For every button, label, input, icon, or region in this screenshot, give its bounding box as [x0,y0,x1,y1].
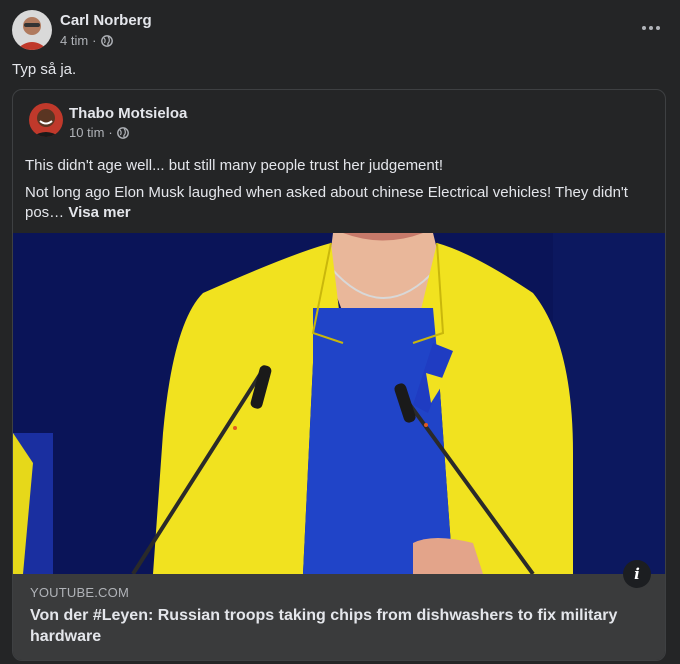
see-more-link[interactable]: Visa mer [68,204,130,221]
info-icon[interactable]: i [623,560,651,588]
more-options-button[interactable] [636,14,666,42]
post-text: Typ så ja. [12,61,77,78]
meta-separator: · [92,33,97,48]
shared-author-name[interactable]: Thabo Motsieloa [69,105,187,122]
author-avatar[interactable] [12,10,52,50]
link-preview-footer[interactable]: i YOUTUBE.COM Von der #Leyen: Russian tr… [13,560,665,660]
shared-text-line2: Not long ago Elon Musk laughed when aske… [25,183,645,223]
link-preview-image[interactable] [13,233,665,574]
shared-text-line1: This didn't age well... but still many p… [25,157,444,174]
shared-post-card[interactable]: Thabo Motsieloa 10 tim · This didn't age… [12,89,666,661]
dot [656,26,660,30]
author-name[interactable]: Carl Norberg [60,12,152,29]
meta-separator: · [108,125,113,140]
shared-meta: 10 tim · [69,125,129,140]
link-title[interactable]: Von der #Leyen: Russian troops taking ch… [30,605,630,647]
feed-post: Carl Norberg 4 tim · Typ så ja. Thabo Mo… [0,0,680,664]
post-time[interactable]: 4 tim [60,33,88,48]
link-domain: YOUTUBE.COM [30,585,129,600]
more-horizontal-icon [642,26,646,30]
dot [649,26,653,30]
shared-time[interactable]: 10 tim [69,125,104,140]
globe-icon[interactable] [116,126,129,139]
post-meta: 4 tim · [60,33,113,48]
globe-icon[interactable] [100,34,113,47]
shared-author-avatar[interactable] [29,103,63,137]
